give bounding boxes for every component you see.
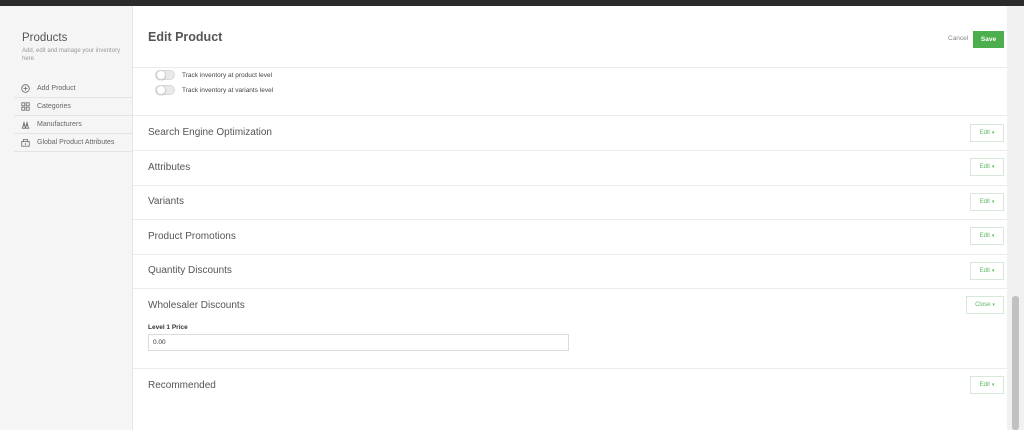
section-attributes: Attributes Edit ▾ <box>133 150 1007 185</box>
track-product-label: Track inventory at product level <box>182 71 273 79</box>
wholesaler-close-button[interactable]: Close ▾ <box>966 296 1004 314</box>
variants-edit-button[interactable]: Edit ▾ <box>970 193 1004 211</box>
section-title: Quantity Discounts <box>148 265 232 276</box>
track-variants-toggle[interactable] <box>155 85 175 95</box>
sidebar-item-label: Add Product <box>37 85 76 92</box>
sidebar-item-categories[interactable]: Categories <box>14 98 133 116</box>
sidebar-description: Add, edit and manage your inventory here <box>22 48 121 62</box>
section-title: Recommended <box>148 380 216 391</box>
section-title: Attributes <box>148 162 191 173</box>
cancel-button[interactable]: Cancel <box>948 35 968 42</box>
save-button[interactable]: Save <box>973 31 1004 48</box>
scrollbar-thumb[interactable] <box>1012 296 1019 430</box>
track-variants-row: Track inventory at variants level <box>155 85 273 95</box>
section-title: Wholesaler Discounts <box>148 300 245 311</box>
seo-edit-button[interactable]: Edit ▾ <box>970 124 1004 142</box>
sidebar-item-label: Categories <box>37 103 71 110</box>
track-variants-label: Track inventory at variants level <box>182 86 274 94</box>
attributes-icon <box>21 138 30 147</box>
factory-icon <box>21 120 30 129</box>
section-recommended: Recommended Edit ▾ <box>133 368 1007 418</box>
grid-icon <box>21 102 30 111</box>
quantity-discounts-edit-button[interactable]: Edit ▾ <box>970 262 1004 280</box>
section-wholesaler-discounts: Wholesaler Discounts Close ▾ <box>133 288 1007 368</box>
sidebar-nav: Add Product Categories Manufacturers Glo… <box>14 80 133 152</box>
section-title: Search Engine Optimization <box>148 127 272 138</box>
product-promotions-edit-button[interactable]: Edit ▾ <box>970 227 1004 245</box>
section-quantity-discounts: Quantity Discounts Edit ▾ <box>133 254 1007 288</box>
sidebar-item-manufacturers[interactable]: Manufacturers <box>14 116 133 134</box>
sidebar-item-label: Manufacturers <box>37 121 82 128</box>
main-content: Edit Product Cancel Save Track inventory… <box>133 6 1007 430</box>
sidebar-item-global-product-attributes[interactable]: Global Product Attributes <box>14 134 133 152</box>
attributes-edit-button[interactable]: Edit ▾ <box>970 158 1004 176</box>
sidebar: Products Add, edit and manage your inven… <box>0 6 133 430</box>
section-product-promotions: Product Promotions Edit ▾ <box>133 219 1007 254</box>
header-divider <box>133 67 1007 68</box>
track-product-toggle[interactable] <box>155 70 175 80</box>
level1-price-input[interactable] <box>148 334 569 351</box>
track-product-row: Track inventory at product level <box>155 70 272 80</box>
level1-price-label: Level 1 Price <box>148 324 188 331</box>
sidebar-item-label: Global Product Attributes <box>37 139 115 146</box>
section-variants: Variants Edit ▾ <box>133 185 1007 219</box>
recommended-edit-button[interactable]: Edit ▾ <box>970 376 1004 394</box>
section-seo: Search Engine Optimization Edit ▾ <box>133 115 1007 150</box>
page-title: Edit Product <box>148 30 223 44</box>
plus-circle-icon <box>21 84 30 93</box>
section-title: Variants <box>148 196 184 207</box>
sidebar-title: Products <box>22 32 68 44</box>
sidebar-item-add-product[interactable]: Add Product <box>14 80 133 98</box>
section-title: Product Promotions <box>148 231 236 242</box>
